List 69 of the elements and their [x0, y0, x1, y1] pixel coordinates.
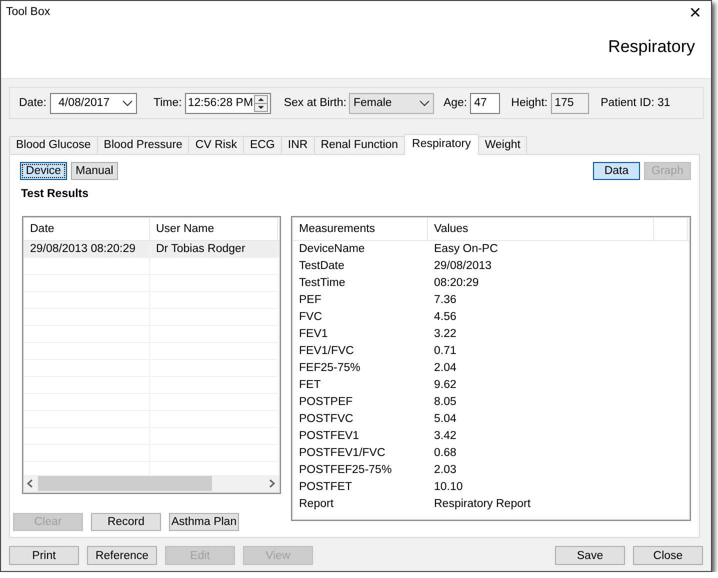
- column-header[interactable]: Date: [24, 218, 150, 240]
- table-cell-text: 0.68: [433, 446, 458, 461]
- date-picker[interactable]: 4/08/2017: [50, 92, 136, 114]
- table-cell-text: FET: [298, 378, 322, 393]
- footer-button[interactable]: Print: [9, 546, 79, 565]
- window-title: Tool Box: [5, 5, 50, 18]
- section-title: Test Results: [20, 187, 90, 202]
- table-cell-text: 10.10: [433, 480, 464, 495]
- table-cell-text: 7.36: [433, 293, 458, 308]
- table-cell-text: 0.71: [433, 344, 458, 359]
- column-header[interactable]: Values: [428, 218, 654, 240]
- table-cell-text: 5.04: [433, 412, 458, 427]
- time-field[interactable]: 12:56:28 PM: [184, 92, 271, 114]
- horizontal-scrollbar[interactable]: [24, 475, 279, 492]
- table-cell-text: POSTFEV1: [298, 429, 360, 444]
- spinner-icon: [254, 94, 268, 112]
- table-cell: 29/08/2013 08:20:29: [24, 241, 150, 258]
- mode-button[interactable]: Manual: [71, 162, 118, 180]
- column-header[interactable]: Measurements: [293, 218, 428, 240]
- table-cell-text: 9.62: [433, 378, 458, 393]
- table-cell-text: POSTFET: [298, 480, 354, 495]
- list-row[interactable]: 29/08/2013 08:20:29 Dr Tobias Rodger: [24, 241, 279, 258]
- tab[interactable]: Weight: [478, 136, 528, 154]
- field-label: Sex at Birth:: [284, 97, 346, 109]
- table-cell-text: FVC: [298, 310, 323, 325]
- table-cell-text: 3.22: [433, 327, 458, 342]
- footer-button[interactable]: Save: [555, 546, 625, 565]
- table-cell-text: 08:20:29: [433, 276, 480, 291]
- caret-icon: [122, 100, 132, 106]
- table-cell-text: TestDate: [298, 259, 346, 274]
- table-cell-text: POSTFEV1/FVC: [298, 446, 386, 461]
- field-label: Height:: [511, 97, 548, 109]
- table-cell-text: FEV1/FVC: [298, 344, 355, 359]
- patient-id: Patient ID: 31: [600, 97, 670, 109]
- footer-button[interactable]: Close: [633, 546, 703, 565]
- age-field[interactable]: 47: [470, 92, 500, 114]
- action-button[interactable]: Record: [91, 513, 161, 531]
- table-cell-text: 4.56: [433, 310, 458, 325]
- footer-button[interactable]: Reference: [87, 546, 157, 565]
- tab[interactable]: Respiratory: [404, 134, 479, 155]
- table-cell-text: TestTime: [298, 276, 346, 291]
- table-cell-text: 29/08/2013: [433, 259, 493, 274]
- mode-button[interactable]: Device: [20, 162, 67, 180]
- table-cell-text: FEF25-75%: [298, 361, 362, 376]
- table-cell-text: DeviceName: [298, 242, 366, 257]
- tab[interactable]: Blood Glucose: [9, 136, 98, 154]
- table-cell-text: POSTFEF25-75%: [298, 463, 393, 478]
- table-cell-text: 2.03: [433, 463, 458, 478]
- page-heading: Respiratory: [608, 36, 696, 57]
- display-toggle-button[interactable]: Data: [593, 162, 640, 180]
- table-cell-text: Report: [298, 497, 335, 512]
- table-cell-text: PEF: [298, 293, 322, 308]
- close-button[interactable]: ×: [689, 1, 711, 23]
- table-cell-text: 3.42: [433, 429, 458, 444]
- table-cell-text: FEV1: [298, 327, 329, 342]
- table-cell: Dr Tobias Rodger: [150, 241, 278, 258]
- field-label: Date:: [19, 97, 46, 109]
- table-cell-text: POSTPEF: [298, 395, 354, 410]
- field-label: Age:: [443, 97, 468, 109]
- table-cell-text: Respiratory Report: [433, 497, 532, 512]
- table-cell-text: POSTFVC: [298, 412, 354, 427]
- table-cell-text: 2.04: [433, 361, 458, 376]
- sex-dropdown[interactable]: Female: [349, 92, 434, 114]
- caret-icon: [419, 100, 430, 106]
- column-header[interactable]: User Name: [150, 218, 278, 240]
- table-cell-text: Easy On-PC: [433, 242, 499, 257]
- table-cell-text: 8.05: [433, 395, 458, 410]
- field-label: Time:: [154, 97, 182, 109]
- action-button[interactable]: Asthma Plan: [169, 513, 239, 531]
